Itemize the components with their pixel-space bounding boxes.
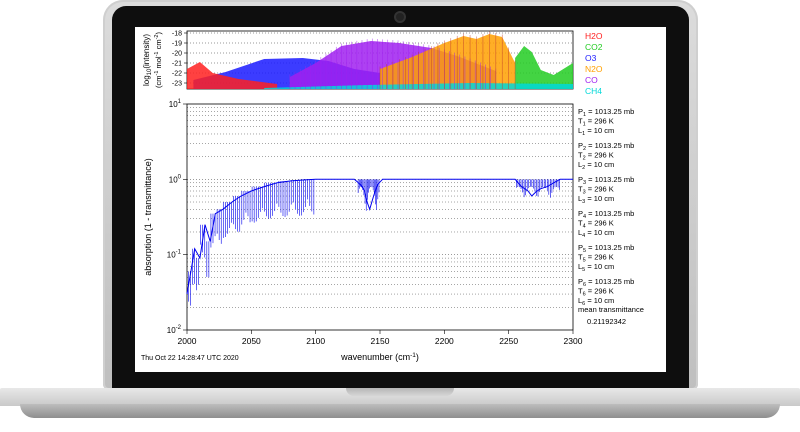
condition-l-1: L1 = 10 cm — [578, 126, 614, 137]
timestamp: Thu Oct 22 14:28:47 UTC 2020 — [141, 355, 239, 362]
top-y-tick-label: -22 — [172, 71, 182, 78]
x-tick-label: 2300 — [564, 336, 583, 346]
top-y-axis-label: log10(intensity) — [142, 34, 153, 86]
condition-l-2: L2 = 10 cm — [578, 160, 614, 171]
absorption-panel: 101 100 10-1 10-2 2000 2050 2100 2150 2200 2250 2… — [143, 99, 644, 362]
x-tick-label: 2150 — [371, 336, 390, 346]
x-tick-label: 2250 — [499, 336, 518, 346]
line-intensity-panel: -18 -19 -20 -21 -22 -23 log10(intensity) (cm-… — [142, 31, 603, 97]
x-tick-label: 2200 — [435, 336, 454, 346]
legend-n2o: N2O — [585, 64, 603, 74]
legend-co2: CO2 — [585, 42, 603, 52]
chart-canvas: -18 -19 -20 -21 -22 -23 log10(intensity) (cm-… — [141, 31, 644, 363]
top-y-tick-label: -23 — [172, 81, 182, 88]
top-y-tick-label: -18 — [172, 31, 182, 38]
legend-ch4: CH4 — [585, 86, 602, 96]
top-y-tick-label: -21 — [172, 61, 182, 68]
mean-transmittance-label: mean transmittance — [578, 305, 644, 314]
x-axis-label: wavenumber (cm-1) — [340, 352, 419, 362]
x-tick-label: 2000 — [178, 336, 197, 346]
bottom-y-tick-label: 100 — [169, 174, 182, 184]
x-tick-label: 2050 — [242, 336, 261, 346]
bottom-y-axis-label: absorption (1 - transmittance) — [143, 158, 153, 276]
bottom-y-tick-label: 10-2 — [167, 325, 182, 335]
bottom-y-tick-label: 101 — [169, 99, 182, 109]
top-y-tick-label: -19 — [172, 41, 182, 48]
condition-l-4: L4 = 10 cm — [578, 228, 614, 239]
laptop-base-bottom — [20, 404, 780, 418]
camera-icon — [396, 13, 404, 21]
x-tick-label: 2100 — [306, 336, 325, 346]
condition-l-5: L5 = 10 cm — [578, 262, 614, 273]
legend-o3: O3 — [585, 53, 597, 63]
legend-co: CO — [585, 75, 598, 85]
bottom-plot-frame — [186, 103, 574, 331]
top-y-axis-unit: (cm-1 mol-1 cm-2) — [154, 32, 163, 88]
bottom-y-tick-label: 10-1 — [167, 250, 182, 260]
top-y-tick-label: -20 — [172, 51, 182, 58]
mean-transmittance-value: 0.21192342 — [587, 317, 626, 326]
condition-l-3: L3 = 10 cm — [578, 194, 614, 205]
legend-h2o: H2O — [585, 31, 603, 41]
screen: -18 -19 -20 -21 -22 -23 log10(intensity) (cm-… — [135, 27, 666, 372]
laptop-notch — [346, 388, 454, 396]
